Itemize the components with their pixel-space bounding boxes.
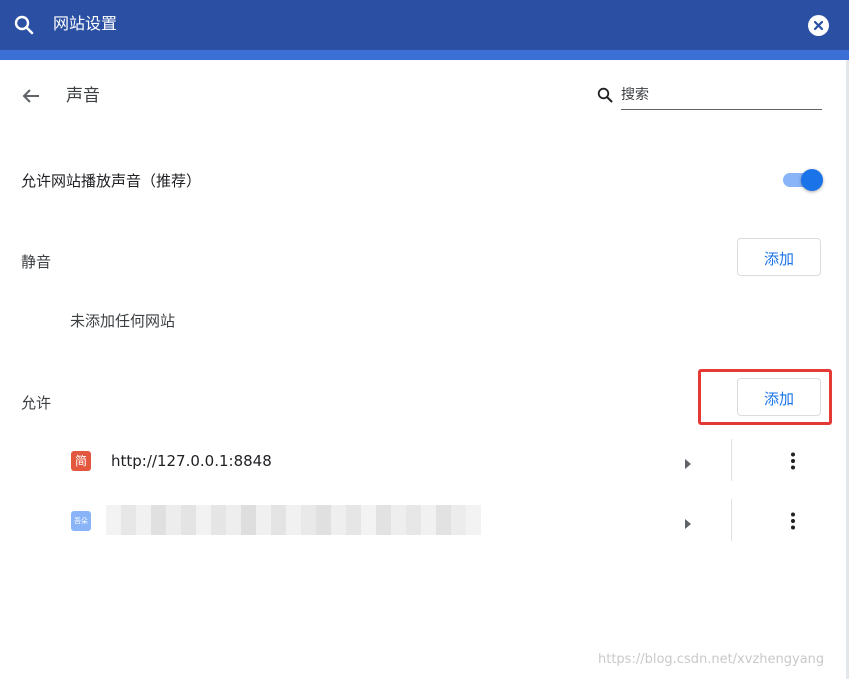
allow-sound-toggle[interactable] [781,169,823,191]
mute-add-button[interactable]: 添加 [737,238,821,276]
triangle-right-icon[interactable] [682,455,694,469]
site-row[interactable]: 吾朵 [0,496,846,546]
toggle-knob [801,169,823,191]
mute-section-label: 静音 [21,253,52,271]
more-vert-icon[interactable] [781,509,805,533]
close-circle-icon[interactable] [808,15,829,36]
mute-empty-text: 未添加任何网站 [70,312,176,330]
top-search-title[interactable]: 网站设置 [53,14,117,34]
more-vert-icon[interactable] [781,449,805,473]
triangle-right-icon[interactable] [682,515,694,529]
site-favicon: 吾朵 [71,511,91,531]
settings-page: 网站设置 声音 允许网站播放声音（推荐） 静音 [0,0,849,679]
site-favicon: 简 [71,451,91,471]
site-row[interactable]: 简 http://127.0.0.1:8848 [0,436,846,486]
row-divider [731,439,732,481]
site-url[interactable]: http://127.0.0.1:8848 [111,451,272,471]
search-underline [621,109,822,110]
search-input[interactable] [621,84,819,106]
page-title: 声音 [66,86,100,106]
row-divider [731,499,732,541]
highlight-annotation [698,369,832,425]
search-field[interactable] [596,84,822,111]
arrow-back-icon[interactable] [19,84,43,108]
top-accent-strip [0,50,849,60]
blurred-site-url[interactable] [106,505,481,535]
allow-sound-label: 允许网站播放声音（推荐） [21,172,202,190]
top-search-bar: 网站设置 [0,0,849,50]
allow-section-label: 允许 [21,394,52,412]
search-icon[interactable] [12,13,36,37]
search-icon [596,86,614,104]
watermark: https://blog.csdn.net/xvzhengyang [598,652,825,667]
